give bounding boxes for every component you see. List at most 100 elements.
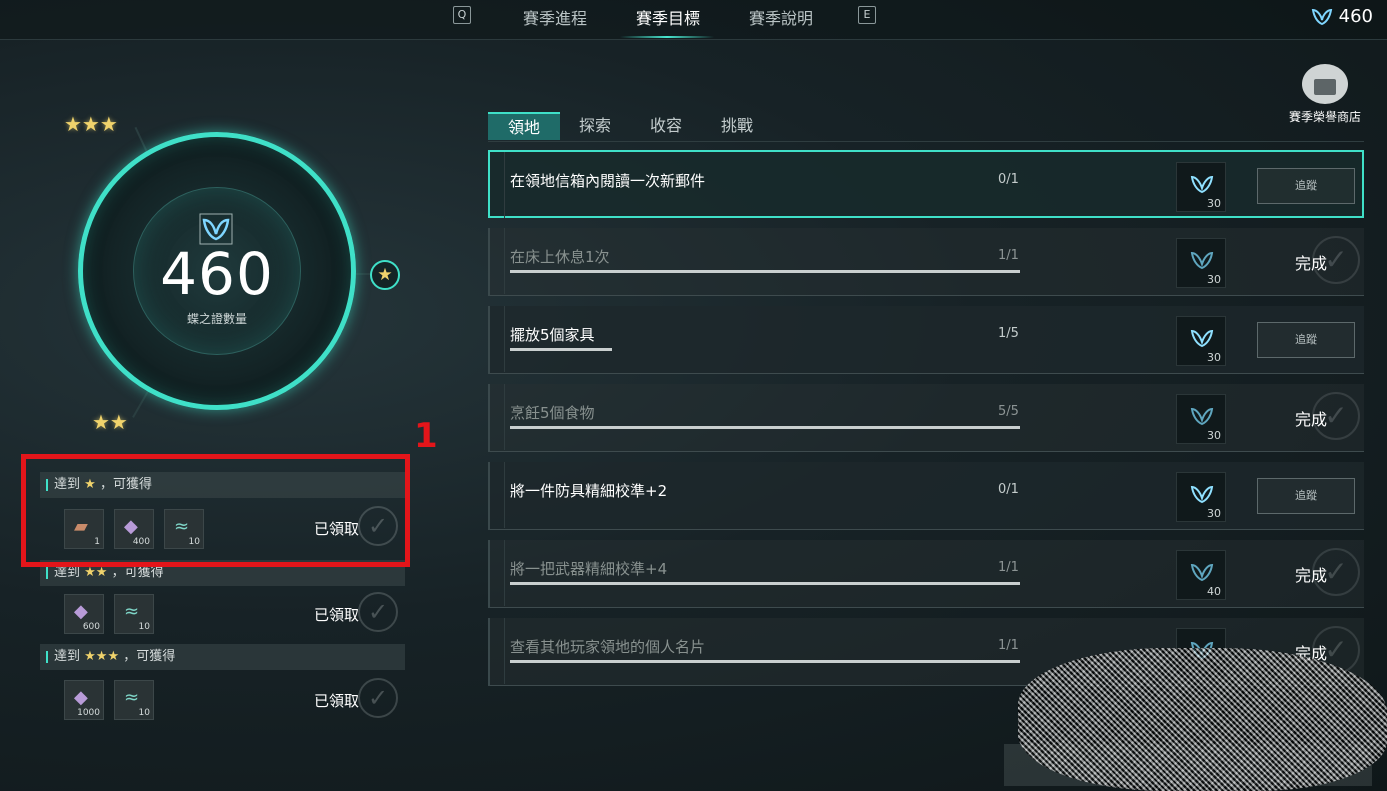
tab-season-goals[interactable]: 賽季目標 <box>636 5 700 29</box>
quest-progress-fill <box>510 582 1020 585</box>
reward-head-prefix: 達到 <box>54 565 81 580</box>
quest-reward-count: 30 <box>1207 507 1221 520</box>
quest-reward[interactable]: 40 <box>1176 550 1226 600</box>
quest-progress-bar <box>510 426 1020 429</box>
quest-row[interactable]: 擺放5個家具 1/5 30 追蹤 <box>488 306 1364 374</box>
reward-items: ◆ 1000 ≈10 <box>64 680 154 720</box>
quest-reward-count: 30 <box>1207 273 1221 286</box>
quest-progress-bar <box>510 660 1020 663</box>
item-count: 600 <box>82 622 100 632</box>
quest-progress-bar <box>510 348 1020 351</box>
quest-progress: 1/1 <box>998 248 1019 263</box>
quest-row-divider <box>504 462 505 528</box>
quest-progress-bar <box>510 582 1020 585</box>
key-hint-e[interactable]: E <box>858 6 876 24</box>
item-count: 1000 <box>77 708 100 718</box>
reward-head-suffix: ，可獲得 <box>111 565 164 580</box>
annotation-highlight-box <box>21 454 410 567</box>
quest-complete-label: 完成 <box>1295 254 1328 273</box>
reward-status: 已領取 <box>314 606 360 624</box>
quest-row-divider <box>504 306 505 372</box>
quest-reward[interactable]: 30 <box>1176 316 1226 366</box>
quest-progress: 5/5 <box>998 404 1019 419</box>
path-glyph: ≈ <box>124 601 140 622</box>
track-button[interactable]: 追蹤 <box>1257 478 1355 514</box>
quest-row[interactable]: 烹飪5個食物 5/5 30 ✓ 完成 <box>488 384 1364 452</box>
butterfly-emblem-icon <box>1190 407 1214 426</box>
quest-title: 在床上休息1次 <box>510 248 610 266</box>
active-tab-indicator <box>620 36 714 38</box>
quest-progress: 1/1 <box>998 638 1019 653</box>
tab-season-progress[interactable]: 賽季進程 <box>523 5 587 29</box>
quest-progress-bar <box>510 504 1020 507</box>
crystal-glyph: ◆ <box>74 687 88 708</box>
butterfly-emblem-icon <box>1190 485 1214 504</box>
shop-icon <box>1302 64 1348 104</box>
reward-row-tier-3: 達到 ★★★ ，可獲得 ◆ 1000 ≈10 已領取 ✓ <box>40 644 405 720</box>
quest-row-divider <box>504 228 505 294</box>
quest-title: 擺放5個家具 <box>510 326 595 344</box>
season-progress-ring: 460 蝶之證數量 ★★★ ★ ★★ <box>30 80 420 450</box>
subtab-challenge[interactable]: 挑戰 <box>701 112 773 140</box>
reward-head-prefix: 達到 <box>54 649 81 664</box>
reward-row-header: 達到 ★★★ ，可獲得 <box>40 644 405 670</box>
quest-title: 將一件防具精細校準+2 <box>510 482 668 500</box>
quest-reward-count: 40 <box>1207 585 1221 598</box>
quest-progress-bar <box>510 270 1020 273</box>
star-icon: ★★★ <box>84 649 120 664</box>
quest-progress: 1/1 <box>998 560 1019 575</box>
subtab-containment[interactable]: 收容 <box>630 112 702 140</box>
quest-progress-fill <box>510 270 1020 273</box>
quest-reward-count: 30 <box>1207 351 1221 364</box>
quest-title: 烹飪5個食物 <box>510 404 595 422</box>
quest-reward[interactable]: 30 <box>1176 238 1226 288</box>
milestone-stars-2: ★★ <box>92 410 128 434</box>
quest-progress: 0/1 <box>998 172 1019 187</box>
quest-row-divider <box>504 152 505 218</box>
reward-items: ◆ 600 ≈10 <box>64 594 154 634</box>
track-button[interactable]: 追蹤 <box>1257 168 1355 204</box>
crystal-glyph: ◆ <box>74 601 88 622</box>
quest-reward[interactable]: 30 <box>1176 162 1226 212</box>
crystal-item-icon[interactable]: ◆ 1000 <box>64 680 104 720</box>
annotation-number: 1 <box>414 416 438 456</box>
check-icon: ✓ <box>358 678 398 718</box>
quest-title: 在領地信箱內閱讀一次新郵件 <box>510 172 706 190</box>
quest-row[interactable]: 將一件防具精細校準+2 0/1 30 追蹤 <box>488 462 1364 530</box>
butterfly-emblem-icon <box>1190 251 1214 270</box>
quest-progress-fill <box>510 426 1020 429</box>
currency-value: 460 <box>1338 6 1373 27</box>
quest-row-divider <box>504 618 505 684</box>
top-nav-bar: Q 賽季進程 賽季目標 賽季說明 E 460 <box>0 0 1387 40</box>
path-glyph: ≈ <box>124 687 140 708</box>
butterfly-emblem-icon <box>1190 175 1214 194</box>
quest-progress-bar <box>510 194 1020 197</box>
quest-reward[interactable]: 30 <box>1176 472 1226 522</box>
currency-display: 460 <box>1311 6 1373 27</box>
tab-season-info[interactable]: 賽季說明 <box>749 5 813 29</box>
path-item-icon[interactable]: ≈10 <box>114 680 154 720</box>
butterfly-emblem-icon <box>1190 329 1214 348</box>
crystal-item-icon[interactable]: ◆ 600 <box>64 594 104 634</box>
quest-row[interactable]: 在床上休息1次 1/1 30 ✓ 完成 <box>488 228 1364 296</box>
quest-progress: 1/5 <box>998 326 1019 341</box>
season-honor-shop-button[interactable]: 賽季榮譽商店 <box>1282 64 1368 125</box>
butterfly-emblem-icon <box>1190 563 1214 582</box>
quest-reward-count: 30 <box>1207 429 1221 442</box>
subtab-explore[interactable]: 探索 <box>559 112 631 140</box>
quest-reward-count: 30 <box>1207 197 1221 210</box>
path-item-icon[interactable]: ≈10 <box>114 594 154 634</box>
item-count: 10 <box>138 622 150 632</box>
quest-complete-label: 完成 <box>1295 566 1328 585</box>
track-button[interactable]: 追蹤 <box>1257 322 1355 358</box>
quest-row[interactable]: 在領地信箱內閱讀一次新郵件 0/1 30 追蹤 <box>488 150 1364 218</box>
subtab-territory[interactable]: 領地 <box>488 112 561 140</box>
key-hint-q[interactable]: Q <box>453 6 471 24</box>
noise-watermark <box>1018 648 1387 791</box>
quest-progress-fill <box>510 348 612 351</box>
quest-progress-fill <box>510 660 1020 663</box>
item-count: 10 <box>138 708 150 718</box>
quest-row[interactable]: 將一把武器精細校準+4 1/1 40 ✓ 完成 <box>488 540 1364 608</box>
quest-reward[interactable]: 30 <box>1176 394 1226 444</box>
quest-row-divider <box>504 540 505 606</box>
